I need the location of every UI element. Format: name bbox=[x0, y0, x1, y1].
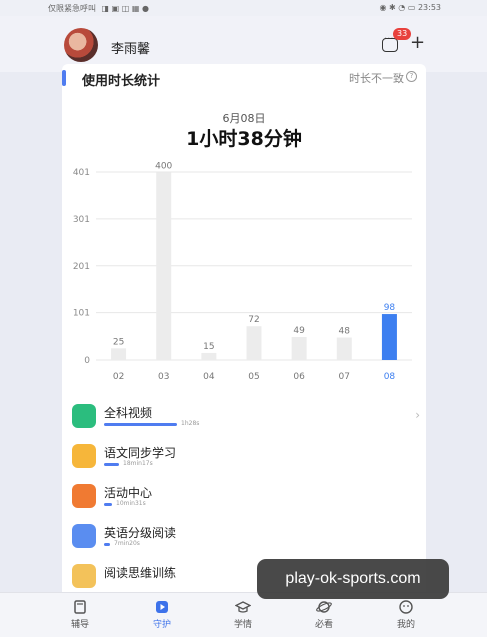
app-time: 7min20s bbox=[114, 540, 140, 547]
bar-value-label: 400 bbox=[155, 161, 172, 171]
system-icons: ◉ ✱ ◔ bbox=[379, 3, 408, 12]
tab-must-see[interactable]: 必看 bbox=[299, 599, 349, 630]
tab-mine[interactable]: 我的 bbox=[381, 599, 431, 630]
tab-learning[interactable]: 学情 bbox=[218, 599, 268, 630]
graduation-cap-icon bbox=[235, 601, 251, 613]
reading-app-icon bbox=[72, 564, 96, 588]
chevron-right-icon: › bbox=[415, 408, 420, 422]
bar-value-label: 25 bbox=[113, 337, 124, 347]
app-name: 语文同步学习 bbox=[104, 446, 177, 460]
app-item-english[interactable]: 英语分级阅读 7min20s bbox=[70, 516, 420, 556]
app-time: 18min17s bbox=[123, 460, 153, 467]
tab-guard[interactable]: 守护 bbox=[137, 599, 187, 630]
bar-value-label: 49 bbox=[293, 326, 305, 336]
chart-bar bbox=[201, 352, 217, 360]
english-app-icon bbox=[72, 524, 96, 548]
app-item-activity[interactable]: 活动中心 10min31s bbox=[70, 476, 420, 516]
app-usage-bar bbox=[104, 543, 110, 546]
x-tick-label: 02 bbox=[113, 372, 124, 382]
tab-label: 守护 bbox=[152, 620, 171, 630]
app-usage-bar bbox=[104, 503, 112, 506]
message-badge: 33 bbox=[393, 28, 412, 40]
tab-tutoring[interactable]: 辅导 bbox=[55, 599, 105, 630]
bar-value-label: 15 bbox=[203, 342, 214, 352]
y-tick-label: 301 bbox=[73, 215, 90, 225]
bar-value-label: 48 bbox=[339, 326, 351, 336]
app-item-chinese[interactable]: 语文同步学习 18min17s bbox=[70, 436, 420, 476]
x-tick-label: 08 bbox=[384, 372, 396, 382]
shield-play-icon bbox=[156, 601, 168, 613]
add-icon[interactable]: + bbox=[410, 34, 425, 52]
question-icon[interactable]: ? bbox=[406, 71, 417, 82]
bar-value-label: 72 bbox=[248, 315, 259, 325]
book-icon bbox=[74, 600, 86, 614]
x-tick-label: 04 bbox=[203, 372, 215, 382]
video-app-icon bbox=[72, 404, 96, 428]
usage-bar-chart: 401 301 201 101 0 25 02 400 03 15 04 72 05 49 06 48 07 98… bbox=[73, 161, 412, 382]
app-name: 全科视频 bbox=[104, 406, 153, 420]
app-usage-bar bbox=[104, 423, 177, 426]
y-tick-label: 201 bbox=[73, 262, 90, 272]
activity-app-icon bbox=[72, 484, 96, 508]
notification-icons: ◨ ▣ ◫ ▦ ● bbox=[101, 4, 149, 13]
chart-bar bbox=[336, 337, 352, 360]
chart-bar bbox=[381, 314, 397, 360]
chart-bar bbox=[111, 348, 127, 360]
app-name: 阅读思维训练 bbox=[104, 566, 177, 580]
bar-value-label: 98 bbox=[384, 303, 396, 313]
status-bar: 仅限紧急呼叫 ◨ ▣ ◫ ▦ ● ◉ ✱ ◔ ▭ 23:53 bbox=[0, 0, 487, 16]
app-time: 10min31s bbox=[116, 500, 146, 507]
battery-icon: ▭ bbox=[407, 3, 416, 12]
chart-bar bbox=[156, 172, 172, 360]
section-accent bbox=[62, 70, 66, 86]
chart-bar bbox=[291, 337, 307, 360]
usage-card: 使用时长统计 时长不一致 ? 6月08日 1小时38分钟 401 301 201 10… bbox=[62, 64, 426, 604]
tab-label: 必看 bbox=[314, 620, 333, 630]
x-tick-label: 07 bbox=[339, 372, 350, 382]
planet-icon bbox=[316, 601, 332, 613]
tab-label: 学情 bbox=[233, 620, 252, 630]
x-tick-label: 05 bbox=[248, 372, 259, 382]
x-tick-label: 03 bbox=[158, 372, 169, 382]
carrier-text: 仅限紧急呼叫 bbox=[48, 4, 96, 13]
tab-label: 辅导 bbox=[70, 620, 89, 630]
avatar[interactable] bbox=[64, 28, 98, 62]
username: 李雨馨 bbox=[111, 42, 151, 57]
watermark: play-ok-sports.com bbox=[257, 559, 449, 599]
app-item-video[interactable]: 全科视频 1h28s › bbox=[70, 396, 420, 436]
chart-bar bbox=[246, 326, 262, 360]
app-name: 英语分级阅读 bbox=[104, 526, 177, 540]
stats-total: 1小时38分钟 bbox=[186, 128, 302, 150]
y-tick-label: 401 bbox=[73, 168, 90, 178]
y-tick-label: 0 bbox=[84, 356, 90, 366]
app-time: 1h28s bbox=[181, 420, 200, 427]
x-tick-label: 06 bbox=[293, 372, 305, 382]
app-name: 活动中心 bbox=[104, 486, 153, 500]
tab-label: 我的 bbox=[396, 620, 415, 630]
clock: 23:53 bbox=[417, 3, 441, 12]
chinese-app-icon bbox=[72, 444, 96, 468]
message-icon[interactable] bbox=[382, 34, 398, 52]
app-usage-bar bbox=[104, 463, 119, 466]
duration-mismatch-link[interactable]: 时长不一致 bbox=[349, 70, 404, 86]
y-tick-label: 101 bbox=[73, 309, 90, 319]
face-icon bbox=[399, 600, 413, 614]
section-title: 使用时长统计 bbox=[82, 74, 161, 89]
